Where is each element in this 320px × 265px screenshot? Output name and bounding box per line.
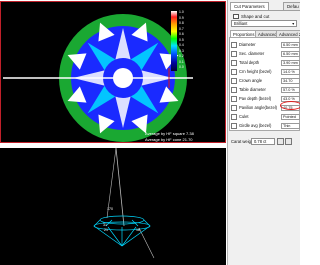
param-label: Pavilion angle(bezel)	[239, 105, 278, 110]
tab-divider	[230, 10, 300, 11]
param-label: Culet	[239, 114, 249, 119]
highlight-circle	[280, 101, 300, 110]
param-row: Table diameter 57.0 %	[231, 87, 300, 94]
param-value-field[interactable]: 6.50 mm	[281, 51, 300, 57]
param-value-field[interactable]: 14.0 %	[281, 69, 300, 75]
param-label: Crn height (bezel)	[239, 69, 272, 74]
param-toggle-icon[interactable]	[231, 69, 237, 75]
color-scale-tick: 0.6	[179, 32, 184, 36]
diamond-ray-diagram	[93, 148, 155, 259]
param-value-field[interactable]: 57.0 %	[281, 87, 300, 93]
angle-label: 170	[107, 207, 113, 211]
shape-select[interactable]: Brilliant ▼	[231, 20, 297, 27]
color-scale-bar	[171, 11, 177, 71]
param-row: Crn height (bezel) 14.0 %	[231, 69, 300, 76]
carat-value: 0.78 ct	[254, 139, 267, 144]
color-scale-tick: 1.0	[179, 10, 184, 14]
carat-field[interactable]: 0.78 ct	[251, 138, 275, 145]
angle-label: 21	[104, 228, 108, 232]
param-toggle-icon[interactable]	[231, 60, 237, 66]
param-toggle-icon[interactable]	[231, 42, 237, 48]
param-value-field[interactable]: 34.70	[281, 78, 300, 84]
param-label: Sec. diameter	[239, 51, 265, 56]
ray-line	[115, 148, 125, 227]
diamond-heatmap	[3, 14, 193, 142]
diamond-wireframe	[93, 215, 151, 247]
param-value-field[interactable]: 6.50 mm	[281, 42, 300, 48]
param-label: Total depth	[239, 60, 260, 65]
color-scale-tick: 0.4	[179, 43, 184, 47]
param-toggle-icon[interactable]	[231, 51, 237, 57]
avg-cone-label: Average by HF cone 21.70	[145, 137, 193, 142]
param-label: Crown angle	[239, 78, 262, 83]
param-row: Girdle avg (bezel) Thin	[231, 123, 300, 130]
chevron-down-icon: ▼	[291, 22, 295, 26]
param-toggle-icon[interactable]	[231, 105, 237, 111]
color-scale-tick: 0.2	[179, 54, 184, 58]
param-toggle-icon[interactable]	[231, 87, 237, 93]
carat-calc-button[interactable]	[277, 138, 284, 145]
carat-lock-button[interactable]	[285, 138, 292, 145]
param-toggle-icon[interactable]	[231, 96, 237, 102]
shape-checkbox[interactable]	[233, 14, 239, 19]
param-row: Total depth 3.90 mm	[231, 60, 300, 67]
right-panel: Cut Parameters Defau Shape and cut Brill…	[227, 0, 300, 265]
shape-label: Shape and cut	[241, 14, 270, 19]
angle-label: 18	[136, 228, 140, 232]
color-scale-tick: 0.8	[179, 21, 184, 25]
param-row: Crown angle 34.70	[231, 78, 300, 85]
param-row: Culet Pointed	[231, 114, 300, 121]
param-toggle-icon[interactable]	[231, 78, 237, 84]
param-label: Girdle avg (bezel)	[239, 123, 272, 128]
param-value-field[interactable]: Pointed	[281, 114, 300, 120]
param-row: Sec. diameter 6.50 mm	[231, 51, 300, 58]
color-scale-labels: 1.0 0.9 0.8 0.7 0.6 0.5 0.4 0.3 0.2 0.1 0.0	[179, 10, 184, 71]
param-label: Table diameter	[239, 87, 266, 92]
bottom-viewer[interactable]: 170 31 21 18	[0, 148, 226, 265]
color-scale-tick: 0.0	[179, 65, 184, 69]
param-value-field[interactable]: 3.90 mm	[281, 60, 300, 66]
param-toggle-icon[interactable]	[231, 114, 237, 120]
angle-label: 31	[103, 223, 107, 227]
shape-select-value: Brilliant	[234, 21, 248, 26]
param-toggle-icon[interactable]	[231, 123, 237, 129]
param-row: Diameter 6.50 mm	[231, 42, 300, 49]
param-value-field[interactable]: Thin	[281, 123, 300, 129]
param-label: Diameter	[239, 42, 256, 47]
top-viewer[interactable]: 1.0 0.9 0.8 0.7 0.6 0.5 0.4 0.3 0.2 0.1 0.0 Averag…	[0, 1, 226, 143]
avg-square-label: Average by HF square 7.38	[145, 131, 194, 136]
param-label: Pav depth (bezel)	[239, 96, 272, 101]
